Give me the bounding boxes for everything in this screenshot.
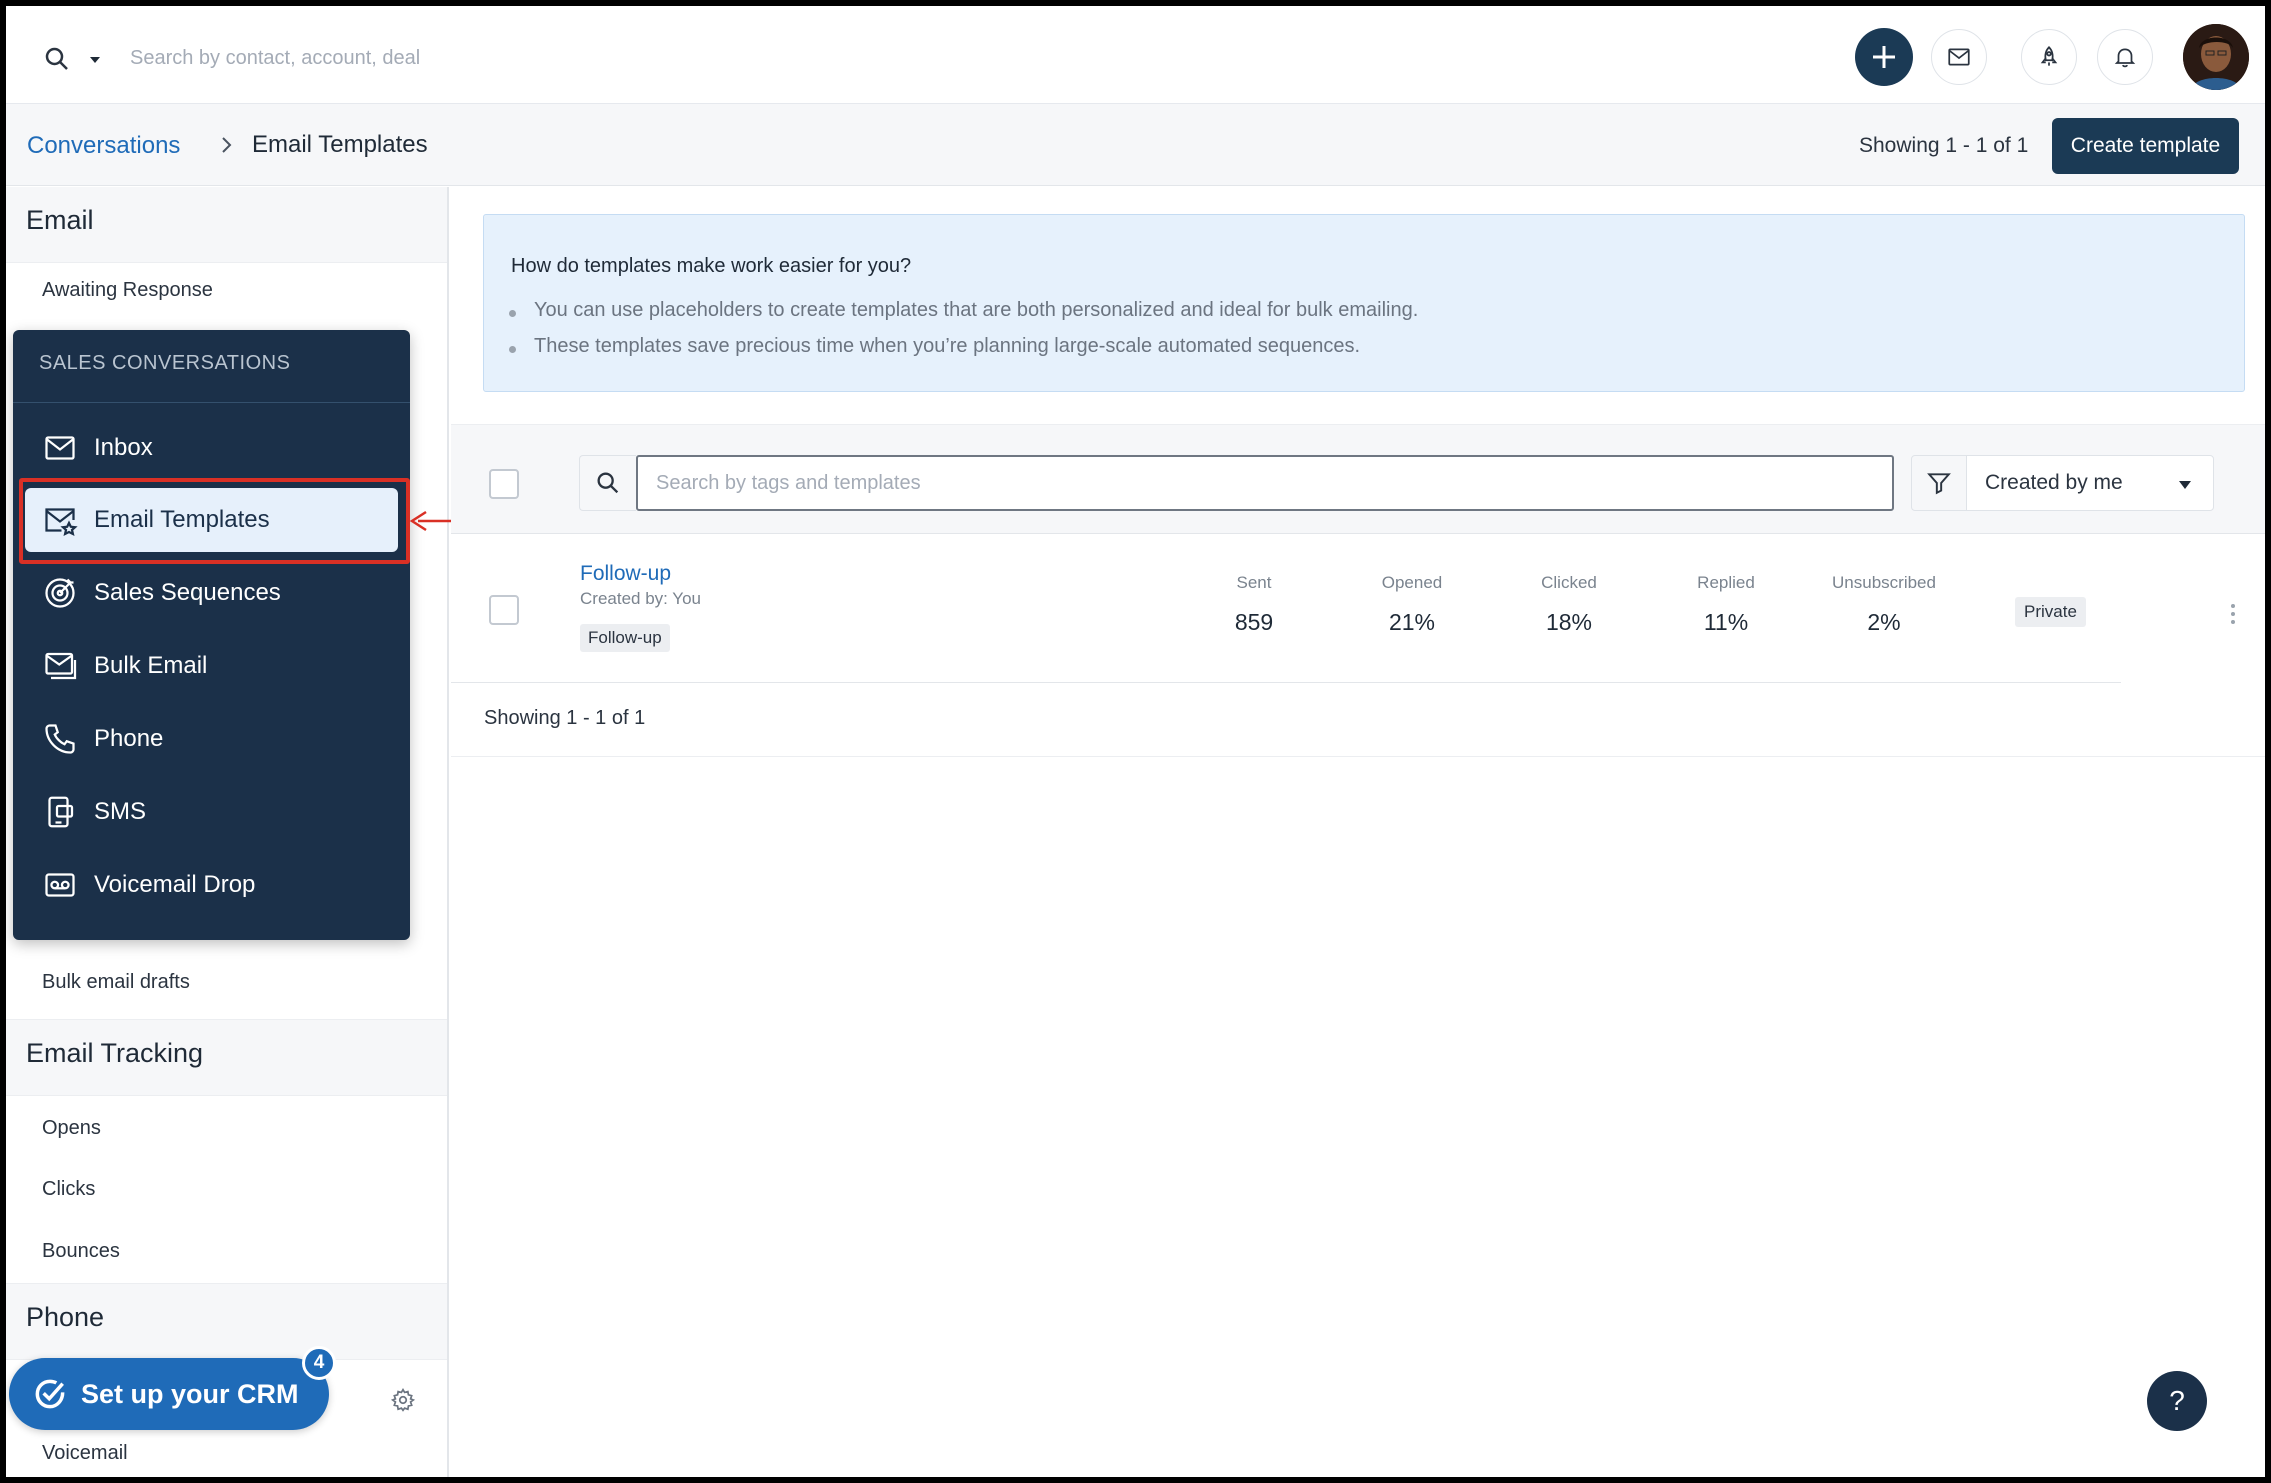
menu-item-bulk-email[interactable]: Bulk Email [25,634,398,698]
template-search-input[interactable] [636,455,1894,511]
stat-label: Opened [1381,573,1443,592]
page-title: Email Templates [252,131,428,158]
chevron-right-icon [222,137,232,153]
template-search-button[interactable] [579,455,636,511]
rocket-button[interactable] [2021,29,2077,85]
stat-value: 11% [1703,609,1749,635]
info-banner: How do templates make work easier for yo… [483,214,2245,392]
menu-item-label: Inbox [94,434,153,461]
voicemail-icon [45,873,75,897]
template-name-link[interactable]: Follow-up [580,562,671,586]
more-options-icon[interactable] [2228,602,2238,626]
menu-item-label: Sales Sequences [94,579,281,606]
menu-item-label: Bulk Email [94,652,208,679]
visibility-badge: Private [2015,597,2086,627]
setup-count-badge: 4 [302,1346,336,1380]
sidebar-item-voicemail[interactable]: Voicemail [42,1442,128,1465]
bell-button[interactable] [2097,29,2153,85]
breadcrumb: Conversations Email Templates Showing 1 … [6,104,2265,186]
search-icon[interactable] [42,44,72,74]
filter-button[interactable] [1911,455,1967,511]
created-by-select[interactable]: Created by me [1966,455,2214,511]
row-checkbox[interactable] [489,595,519,625]
template-tag[interactable]: Follow-up [580,624,670,652]
stat-unsubscribed: Unsubscribed 2% [1814,573,1954,636]
check-circle-icon [35,1379,65,1409]
menu-item-label: Phone [94,725,164,752]
avatar-icon [2183,24,2249,90]
user-avatar[interactable] [2183,24,2249,90]
sidebar-heading-email-tracking: Email Tracking [6,1020,447,1096]
menu-item-phone[interactable]: Phone [25,707,398,771]
setup-crm-button[interactable]: Set up your CRM [9,1358,329,1430]
top-bar [6,6,2265,104]
menu-item-sms[interactable]: SMS [25,780,398,844]
target-icon [45,578,75,608]
bulk-mail-icon [45,652,77,680]
divider [451,756,2265,757]
stat-label: Unsubscribed [1832,573,1936,592]
menu-item-inbox[interactable]: Inbox [25,416,398,480]
rocket-icon [2040,46,2058,66]
app-window: Conversations Email Templates Showing 1 … [6,6,2265,1477]
pagination-summary-bottom: Showing 1 - 1 of 1 [484,707,646,729]
help-button[interactable]: ? [2147,1371,2207,1431]
sidebar-item-opens[interactable]: Opens [42,1117,101,1140]
setup-crm-label: Set up your CRM [81,1378,299,1409]
filter-icon [1927,473,1951,495]
stat-value: 2% [1867,609,1901,635]
info-bullet: You can use placeholders to create templ… [534,299,1419,321]
bell-icon [2114,48,2136,68]
search-icon [597,472,619,494]
menu-item-voicemail-drop[interactable]: Voicemail Drop [25,853,398,917]
bullet-dot [509,310,516,317]
bullet-dot [509,346,516,353]
breadcrumb-conversations-link[interactable]: Conversations [27,132,180,160]
stat-label: Clicked [1541,573,1597,592]
plus-icon [1873,46,1895,68]
stat-value: 18% [1545,609,1593,635]
sidebar-heading-phone: Phone [6,1284,447,1360]
sidebar-item-bounces[interactable]: Bounces [42,1240,120,1263]
menu-item-label: SMS [94,798,147,825]
created-by-value: Created by me [1985,471,2123,494]
gear-icon[interactable] [390,1387,416,1413]
stat-label: Replied [1697,573,1755,592]
mail-icon [1948,48,1970,66]
divider [13,402,410,403]
stat-value: 859 [1234,609,1274,635]
create-template-button[interactable]: Create template [2052,118,2239,174]
sms-icon [48,796,74,828]
sales-conversations-menu: SALES CONVERSATIONS Inbox Email Template… [13,330,410,940]
select-all-checkbox[interactable] [489,469,519,499]
pagination-summary: Showing 1 - 1 of 1 [1859,134,2029,157]
chevron-down-icon[interactable] [2178,480,2192,490]
add-button[interactable] [1855,28,1913,86]
sidebar-item-bulk-email-drafts[interactable]: Bulk email drafts [42,971,190,994]
chevron-down-icon[interactable] [84,50,106,70]
info-title: How do templates make work easier for yo… [511,255,912,277]
menu-item-sales-sequences[interactable]: Sales Sequences [25,561,398,625]
mail-icon [45,436,75,460]
mail-button[interactable] [1931,29,1987,85]
sidebar-heading-email: Email [6,187,447,263]
menu-title: SALES CONVERSATIONS [39,352,291,374]
help-icon: ? [2169,1385,2185,1416]
info-bullet: These templates save precious time when … [534,335,1361,357]
divider [451,682,2121,683]
stat-sent: Sent 859 [1184,573,1324,636]
stat-label: Sent [1236,573,1272,592]
stat-replied: Replied 11% [1656,573,1796,636]
phone-icon [45,724,75,754]
global-search-input[interactable] [130,40,830,76]
highlight-annotation [19,478,410,564]
stat-value: 21% [1388,609,1436,635]
template-created-by: Created by: You [580,589,701,608]
sidebar-item-awaiting-response[interactable]: Awaiting Response [42,279,213,302]
stat-clicked: Clicked 18% [1499,573,1639,636]
menu-item-label: Voicemail Drop [94,871,256,898]
stat-opened: Opened 21% [1342,573,1482,636]
sidebar-item-clicks[interactable]: Clicks [42,1178,95,1201]
